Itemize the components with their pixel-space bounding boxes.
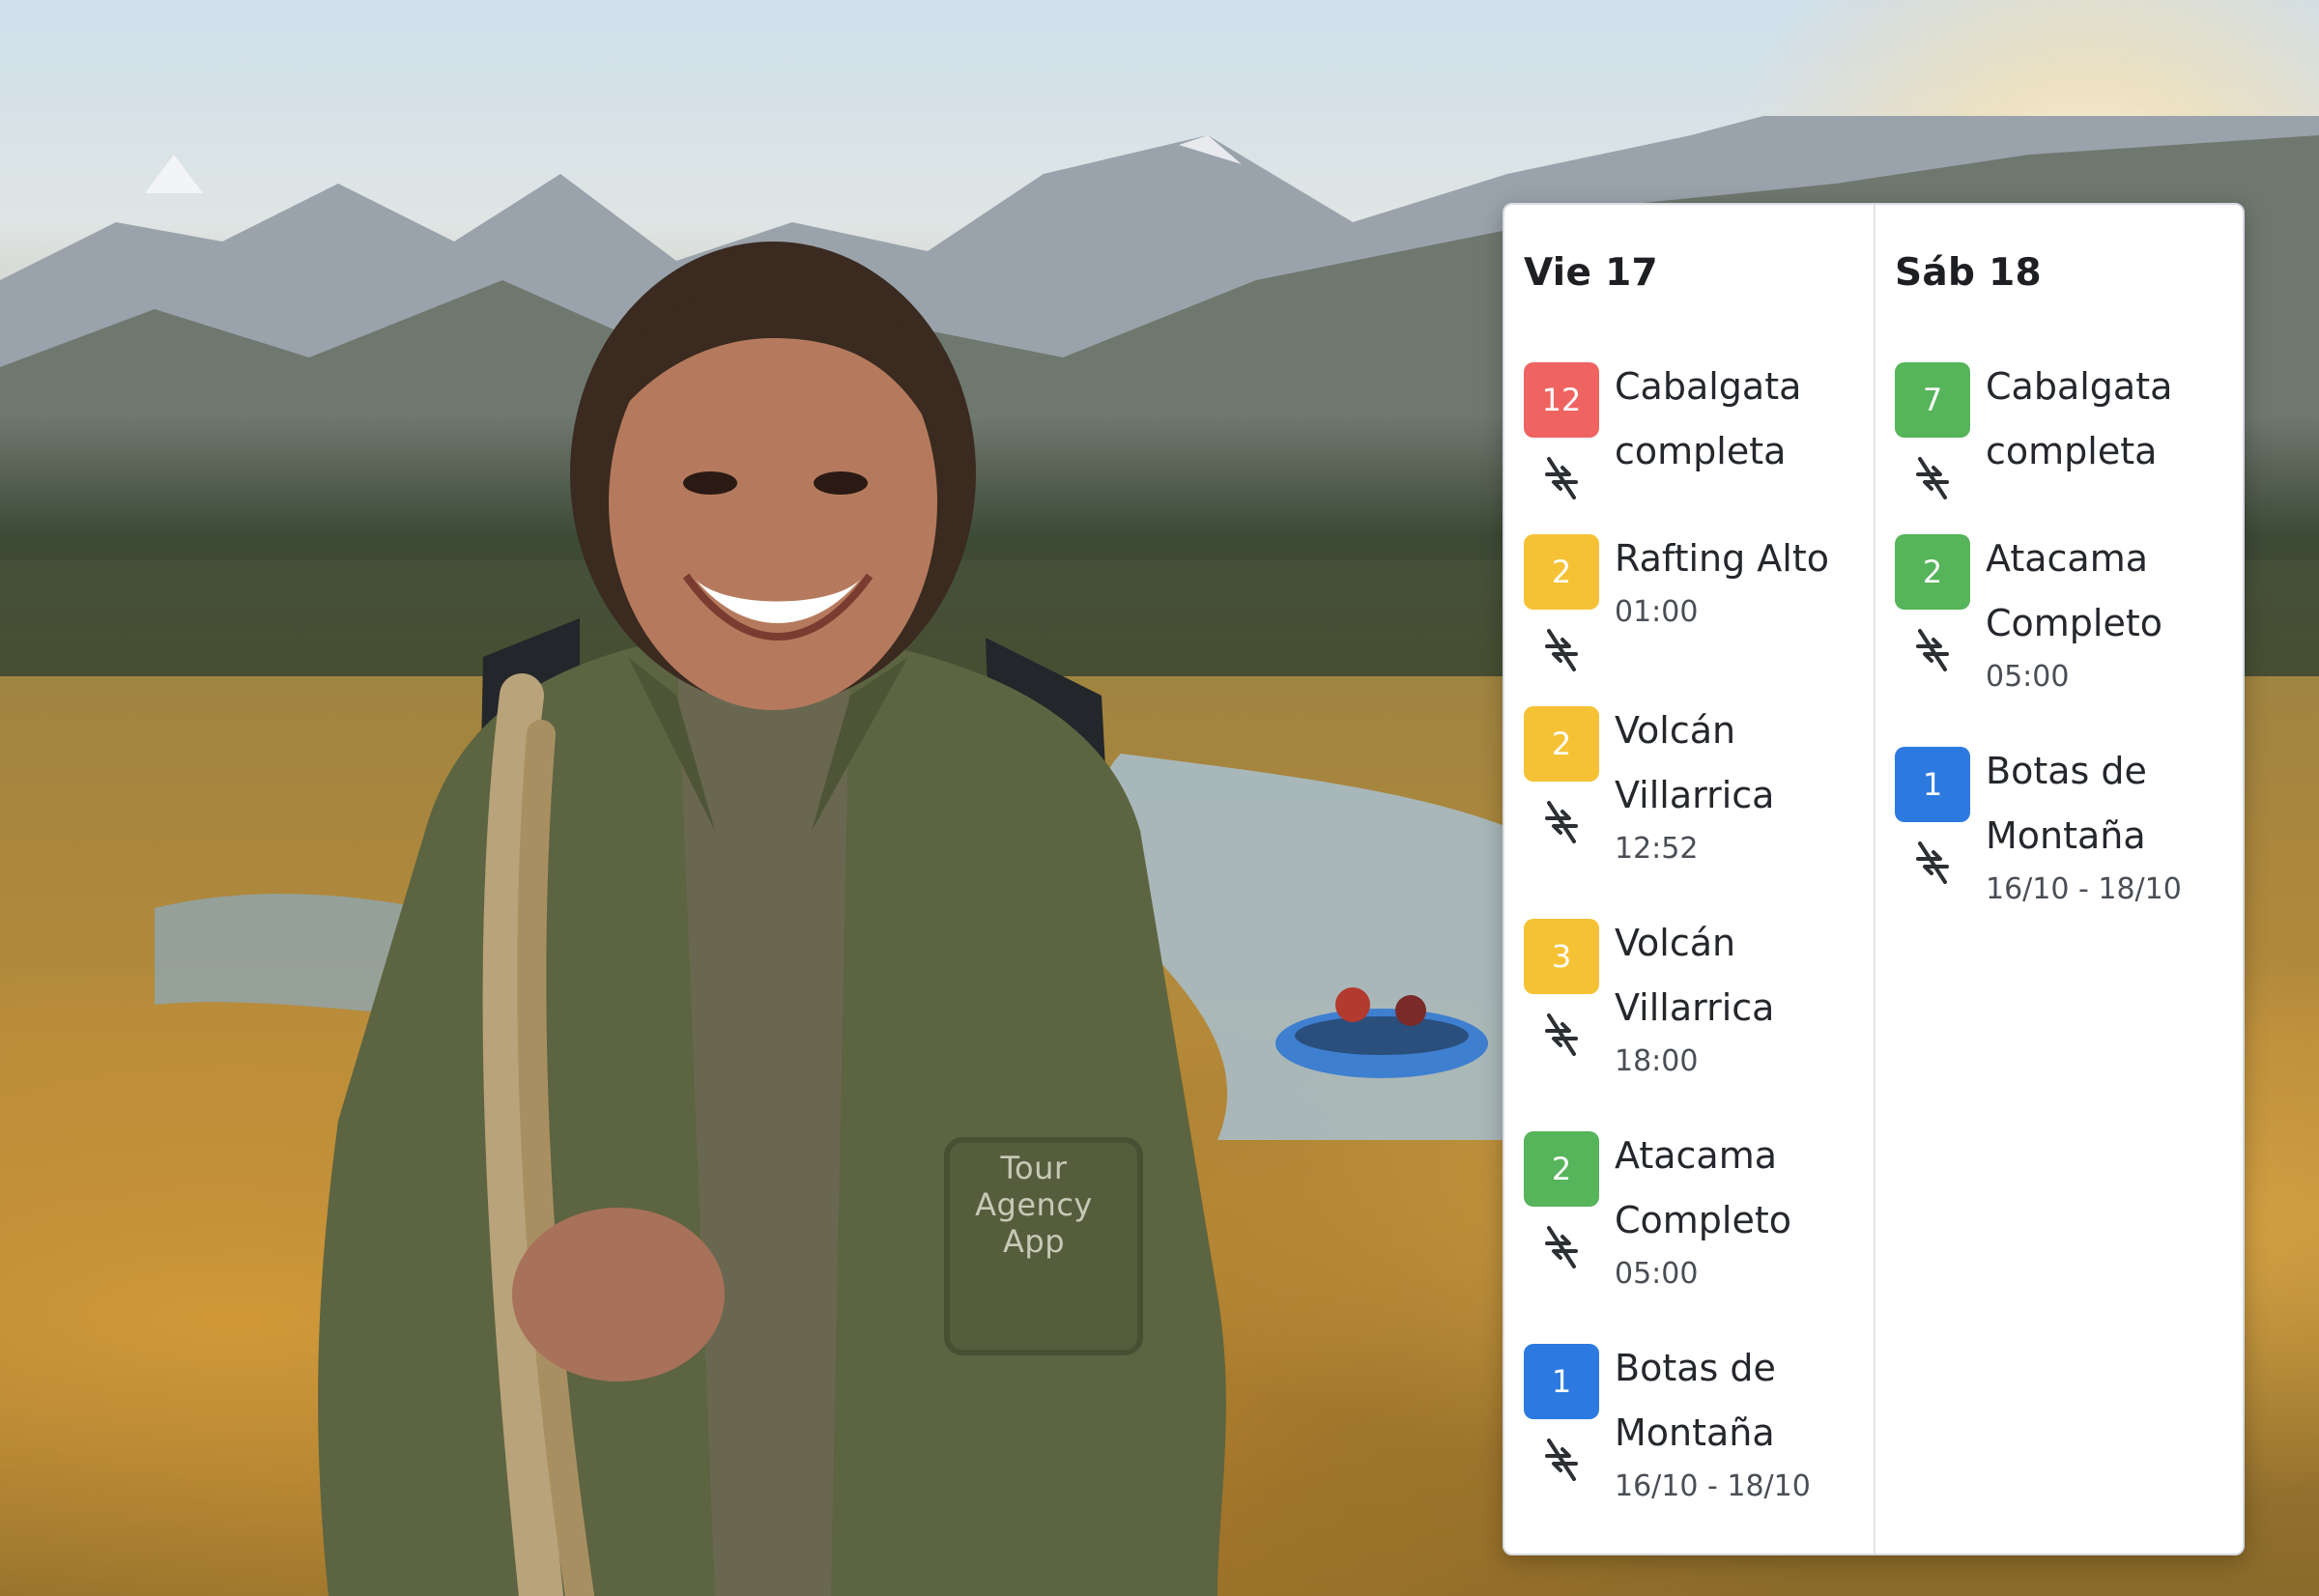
day-title: Sáb 18 [1895,251,2042,295]
event-time: 05:00 [1615,1257,1699,1291]
hiker-woman [318,242,1226,1596]
event-details: Botas de Montaña 16/10 - 18/10 [1986,749,2233,909]
sync-disabled-icon [1916,841,1949,884]
event-name: Cabalgata completa [1615,365,1802,472]
event-details: Atacama Completo 05:00 [1615,1133,1862,1294]
calendar-week-view: Vie 17 12 Cabalgata completa 2 Rafting Alto 0… [1503,203,2245,1555]
sync-disabled-icon [1545,457,1578,499]
event-details: Volcán Villarrica 12:52 [1615,708,1862,869]
event-name: Rafting Alto [1615,537,1830,580]
event-name: Botas de Montaña [1986,750,2147,857]
event-name: Atacama Completo [1986,537,2163,644]
event-details: Botas de Montaña 16/10 - 18/10 [1615,1346,1862,1506]
event-count-badge: 2 [1524,706,1599,782]
event-count-badge: 2 [1895,534,1970,610]
event-details: Cabalgata completa [1986,364,2233,484]
event-name: Cabalgata completa [1986,365,2173,472]
sync-disabled-icon [1545,1439,1578,1481]
sync-disabled-icon [1916,457,1949,499]
sync-disabled-icon [1545,629,1578,671]
day-column: Sáb 18 7 Cabalgata completa 2 Atacama Comple… [1874,205,2243,1553]
event-time: 18:00 [1615,1044,1699,1078]
event-details: Cabalgata completa [1615,364,1862,484]
event-count-badge: 12 [1524,362,1599,438]
event-name: Volcán Villarrica [1615,709,1775,816]
day-title: Vie 17 [1524,251,1658,295]
event-count-badge: 3 [1524,919,1599,994]
event-details: Atacama Completo 05:00 [1986,536,2233,697]
event-count-badge: 7 [1895,362,1970,438]
sync-disabled-icon [1545,1226,1578,1268]
jacket-logo-text: Tour Agency App [975,1150,1093,1260]
day-column: Vie 17 12 Cabalgata completa 2 Rafting Alto 0… [1504,205,1874,1553]
event-time: 16/10 - 18/10 [1615,1469,1811,1503]
event-time: 12:52 [1615,832,1699,866]
event-time: 01:00 [1615,595,1699,629]
event-details: Volcán Villarrica 18:00 [1615,921,1862,1081]
sync-disabled-icon [1545,801,1578,843]
event-details: Rafting Alto 01:00 [1615,536,1862,632]
sync-disabled-icon [1916,629,1949,671]
event-count-badge: 1 [1524,1344,1599,1419]
event-name: Volcán Villarrica [1615,922,1775,1029]
event-count-badge: 2 [1524,534,1599,610]
event-count-badge: 1 [1895,747,1970,822]
event-name: Botas de Montaña [1615,1347,1776,1454]
event-name: Atacama Completo [1615,1134,1792,1241]
event-time: 16/10 - 18/10 [1986,872,2182,906]
event-time: 05:00 [1986,660,2070,694]
event-count-badge: 2 [1524,1131,1599,1207]
sync-disabled-icon [1545,1013,1578,1056]
